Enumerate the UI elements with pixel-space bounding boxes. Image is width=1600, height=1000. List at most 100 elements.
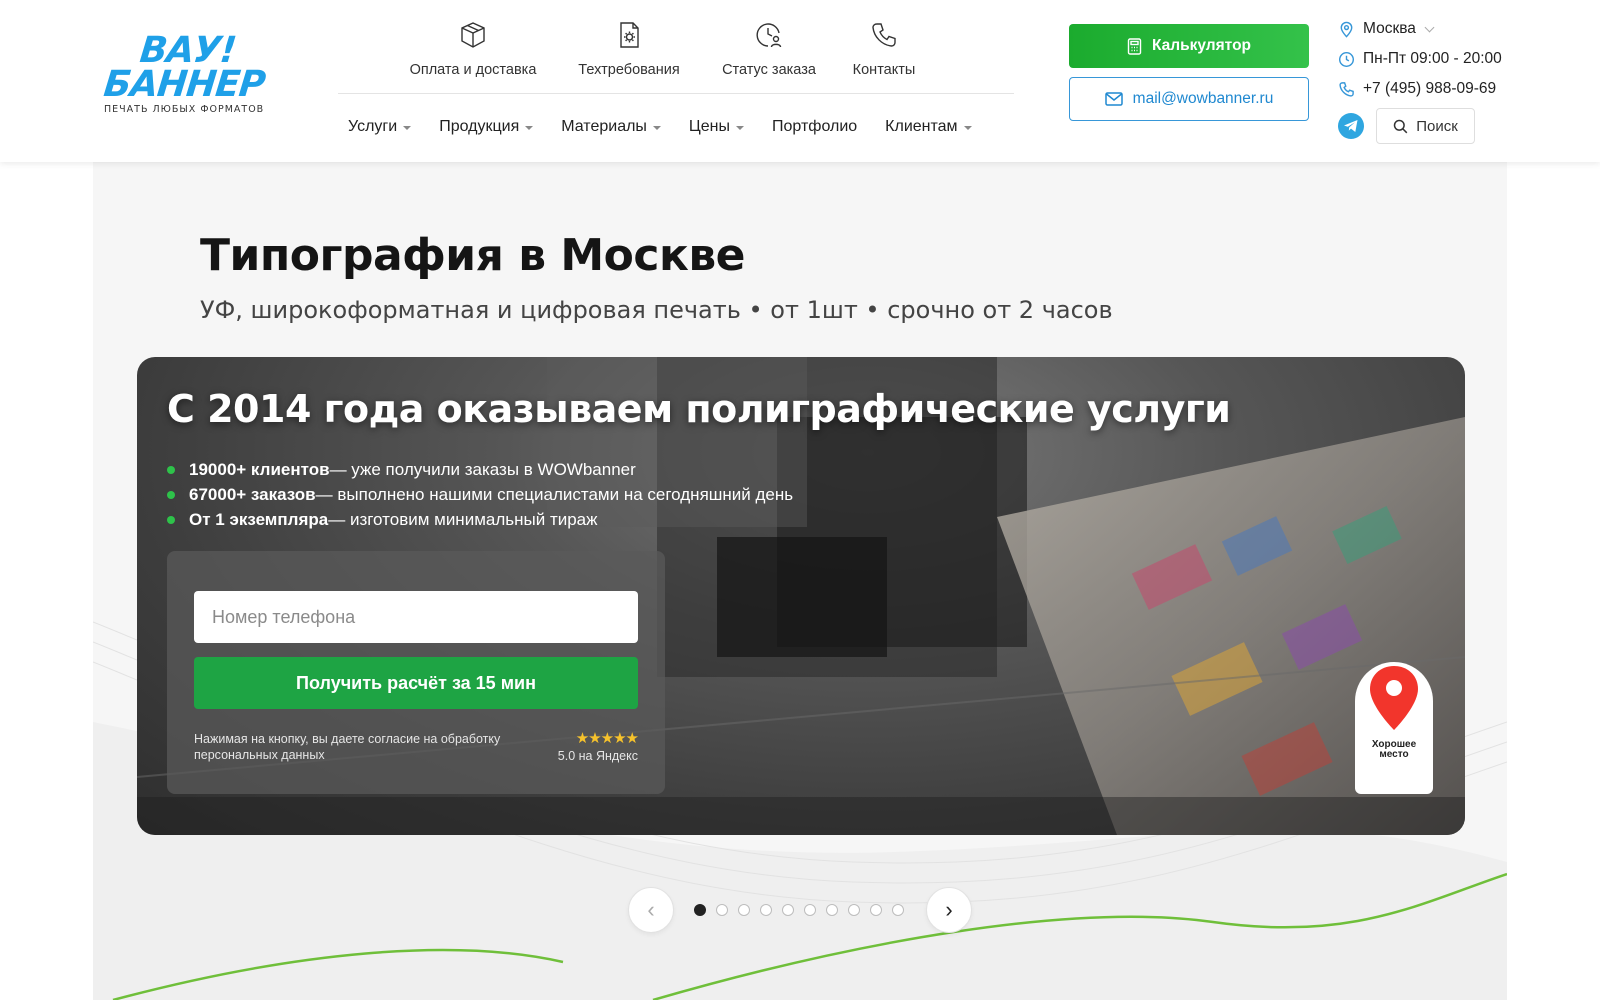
- working-hours: Пн-Пт 09:00 - 20:00: [1338, 50, 1502, 68]
- rating-stars: ★★★★★: [575, 730, 639, 747]
- email-button[interactable]: mail@wowbanner.ru: [1069, 77, 1309, 121]
- slider-dot[interactable]: [760, 904, 772, 916]
- topnav-label: Контакты: [852, 62, 916, 78]
- hero-slide: С 2014 года оказываем полиграфические ус…: [137, 357, 1465, 835]
- hero-bullet: 19000+ клиентов — уже получили заказы в …: [167, 457, 793, 482]
- hero-bullets: 19000+ клиентов — уже получили заказы в …: [167, 457, 793, 532]
- hours-text: Пн-Пт 09:00 - 20:00: [1363, 50, 1502, 67]
- badge-label: Хорошее место: [1371, 739, 1417, 760]
- clock-icon: [1338, 51, 1355, 67]
- slider-prev-button[interactable]: ‹: [628, 887, 674, 933]
- phone-input[interactable]: [194, 591, 638, 643]
- nav-clients[interactable]: Клиентам: [885, 118, 972, 136]
- slider-dot[interactable]: [804, 904, 816, 916]
- submit-label: Получить расчёт за 15 мин: [296, 672, 536, 693]
- calculator-label: Калькулятор: [1151, 37, 1252, 54]
- slider-dot[interactable]: [826, 904, 838, 916]
- caret-down-icon: [403, 125, 412, 130]
- chevron-down-icon: [1424, 22, 1435, 32]
- calculator-icon: [1127, 37, 1142, 55]
- topnav-delivery[interactable]: Оплата и доставка: [393, 20, 553, 78]
- bullet-text: — выполнено нашими специалистами на сего…: [315, 484, 794, 504]
- main-navigation: Услуги Продукция Материалы Цены Портфоли…: [348, 118, 1000, 136]
- phone-icon: [1339, 81, 1354, 97]
- bullet-text: — уже получили заказы в WOWbanner: [329, 459, 636, 479]
- bullet-dot: [167, 515, 175, 524]
- nav-label: Цены: [688, 118, 730, 135]
- bullet-bold: От 1 экземпляра: [189, 509, 329, 529]
- caret-down-icon: [736, 125, 744, 130]
- slider-dot[interactable]: [870, 904, 882, 916]
- bullet-bold: 67000+ заказов: [189, 484, 316, 504]
- rating-text: 5.0 на Яндекс: [557, 749, 638, 763]
- site-header: ВАУ! БАННЕР ПЕЧАТЬ ЛЮБЫХ ФОРМАТОВ Оплата…: [0, 0, 1600, 162]
- city-selector[interactable]: Москва: [1338, 20, 1435, 38]
- nav-label: Продукция: [439, 118, 520, 135]
- bullet-dot: [167, 490, 175, 499]
- city-label: Москва: [1363, 20, 1416, 37]
- nav-label: Клиентам: [885, 118, 958, 135]
- nav-label: Услуги: [348, 118, 398, 135]
- slider-dot[interactable]: [738, 904, 750, 916]
- slider-dot[interactable]: [782, 904, 794, 916]
- nav-materials[interactable]: Материалы: [561, 118, 661, 136]
- bullet-text: — изготовим минимальный тираж: [328, 509, 598, 529]
- search-button[interactable]: Поиск: [1376, 108, 1475, 144]
- chevron-right-icon: ›: [945, 897, 953, 922]
- phone-text: +7 (495) 988-09-69: [1363, 80, 1497, 97]
- caret-down-icon: [963, 125, 972, 130]
- calculator-button[interactable]: Калькулятор: [1069, 24, 1309, 68]
- topnav-label: Оплата и доставка: [409, 62, 537, 78]
- telegram-button[interactable]: [1338, 113, 1364, 139]
- hero-bullet: От 1 экземпляра — изготовим минимальный …: [167, 507, 793, 532]
- good-place-badge[interactable]: Хорошее место: [1355, 662, 1433, 794]
- slider-pagination: [694, 904, 904, 916]
- slider-dot[interactable]: [892, 904, 904, 916]
- search-icon: [1393, 119, 1408, 133]
- top-navigation: Оплата и доставка Техтребования Статус з…: [402, 20, 932, 78]
- topnav-contacts[interactable]: Контакты: [836, 20, 932, 78]
- phone-icon: [872, 23, 896, 47]
- topnav-label: Техтребования: [578, 62, 680, 78]
- nav-label: Материалы: [561, 118, 647, 135]
- bullet-bold: 19000+ клиентов: [189, 459, 330, 479]
- yandex-rating[interactable]: ★★★★★ 5.0 на Яндекс: [557, 729, 639, 763]
- slider-dot[interactable]: [694, 904, 706, 916]
- nav-label: Портфолио: [772, 118, 858, 135]
- chevron-left-icon: ‹: [647, 897, 655, 922]
- location-pin-icon: [1340, 21, 1353, 38]
- nav-services[interactable]: Услуги: [348, 118, 412, 136]
- slider-dot[interactable]: [716, 904, 728, 916]
- caret-down-icon: [525, 125, 534, 130]
- topnav-order-status[interactable]: Статус заказа: [705, 20, 833, 78]
- hero-title: С 2014 года оказываем полиграфические ус…: [167, 387, 1231, 431]
- box-icon: [461, 22, 485, 48]
- search-label: Поиск: [1416, 117, 1458, 135]
- logo-tagline: ПЕЧАТЬ ЛЮБЫХ ФОРМАТОВ: [104, 104, 265, 115]
- slider-next-button[interactable]: ›: [926, 887, 972, 933]
- hero-bullet: 67000+ заказов — выполнено нашими специа…: [167, 482, 793, 507]
- logo-wordmark: ВАУ! БАННЕР: [101, 30, 267, 105]
- phone-link[interactable]: +7 (495) 988-09-69: [1338, 80, 1496, 98]
- clock-user-icon: [756, 23, 782, 48]
- page-title: Типография в Москве: [200, 230, 746, 281]
- email-label: mail@wowbanner.ru: [1132, 90, 1274, 107]
- topnav-requirements[interactable]: Техтребования: [554, 20, 704, 78]
- document-gear-icon: [620, 22, 639, 48]
- nav-divider: [338, 93, 1014, 94]
- slider-dot[interactable]: [848, 904, 860, 916]
- logo[interactable]: ВАУ! БАННЕР ПЕЧАТЬ ЛЮБЫХ ФОРМАТОВ: [102, 30, 268, 126]
- bullet-dot: [167, 465, 175, 474]
- map-pin-icon: [1370, 666, 1418, 730]
- topnav-label: Статус заказа: [722, 62, 816, 78]
- telegram-icon: [1344, 120, 1358, 132]
- nav-portfolio[interactable]: Портфолио: [772, 118, 857, 136]
- page-subtitle: УФ, широкоформатная и цифровая печать • …: [200, 296, 1113, 324]
- nav-prices[interactable]: Цены: [689, 118, 744, 136]
- nav-products[interactable]: Продукция: [439, 118, 534, 136]
- callback-form: Получить расчёт за 15 мин Нажимая на кно…: [167, 551, 665, 794]
- get-estimate-button[interactable]: Получить расчёт за 15 мин: [194, 657, 638, 709]
- consent-text: Нажимая на кнопку, вы даете согласие на …: [194, 732, 501, 762]
- mail-icon: [1104, 92, 1123, 106]
- caret-down-icon: [652, 125, 661, 130]
